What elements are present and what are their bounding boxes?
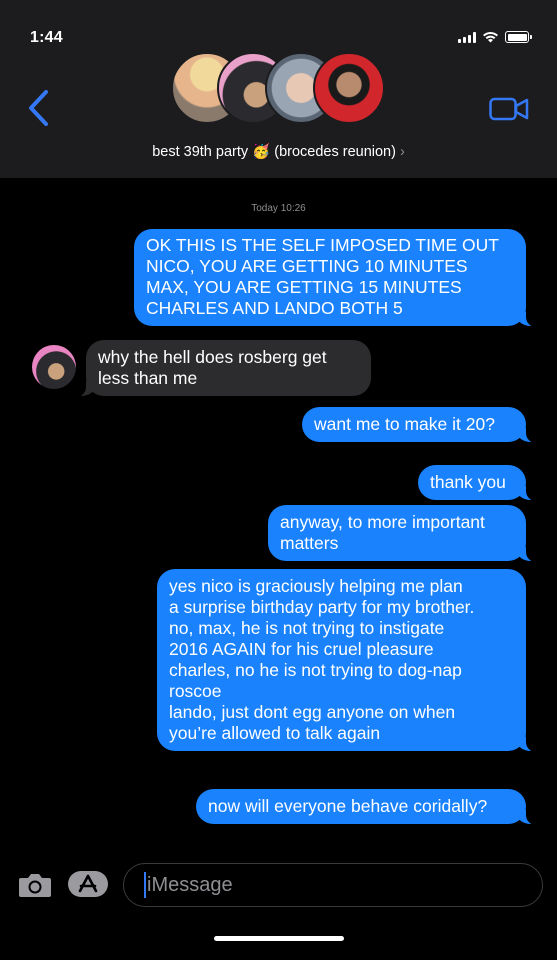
home-indicator[interactable]: [214, 936, 344, 941]
chevron-left-icon[interactable]: [26, 88, 52, 128]
app-store-icon[interactable]: [67, 870, 109, 898]
message-text: OK THIS IS THE SELF IMPOSED TIME OUT NIC…: [146, 235, 499, 318]
message-text: now will everyone behave coridally?: [208, 796, 488, 816]
message-text: why the hell does rosberg get less than …: [98, 347, 327, 388]
avatar: [313, 52, 385, 124]
message-bubble-outgoing[interactable]: anyway, to more important matters: [268, 505, 536, 562]
message-bubble-incoming[interactable]: why the hell does rosberg get less than …: [76, 340, 371, 397]
imessage-input[interactable]: iMessage: [123, 863, 543, 907]
input-placeholder: iMessage: [147, 873, 233, 896]
battery-icon: [505, 31, 532, 43]
video-camera-icon[interactable]: [489, 96, 529, 122]
status-time: 1:44: [30, 29, 63, 46]
message-text: want me to make it 20?: [314, 414, 495, 434]
message-timestamp: Today 10:26: [251, 203, 306, 214]
group-name: best 39th party 🥳 (brocedes reunion): [152, 144, 396, 160]
message-composer: iMessage: [0, 860, 557, 916]
chevron-right-icon: ›: [399, 144, 405, 160]
status-icons: [458, 31, 532, 43]
message-text: anyway, to more important matters: [280, 512, 485, 553]
camera-icon[interactable]: [18, 872, 52, 898]
conversation-header: 1:44 best 39th party 🥳 (brocedes reunion…: [0, 0, 557, 178]
text-caret: [144, 872, 146, 898]
message-bubble-outgoing[interactable]: now will everyone behave coridally?: [196, 789, 536, 825]
wifi-icon: [483, 31, 498, 43]
message-text: thank you: [430, 472, 506, 492]
cellular-signal-icon: [458, 31, 476, 43]
group-avatars[interactable]: [171, 52, 389, 126]
message-text: yes nico is graciously helping me plan a…: [169, 576, 475, 743]
message-bubble-outgoing[interactable]: OK THIS IS THE SELF IMPOSED TIME OUT NIC…: [134, 229, 536, 327]
message-bubble-outgoing[interactable]: want me to make it 20?: [302, 407, 536, 443]
message-bubble-outgoing[interactable]: yes nico is graciously helping me plan a…: [157, 569, 536, 752]
group-name-button[interactable]: best 39th party 🥳 (brocedes reunion) ›: [0, 143, 557, 160]
sender-avatar[interactable]: [32, 345, 76, 389]
message-bubble-outgoing[interactable]: thank you: [418, 465, 536, 501]
